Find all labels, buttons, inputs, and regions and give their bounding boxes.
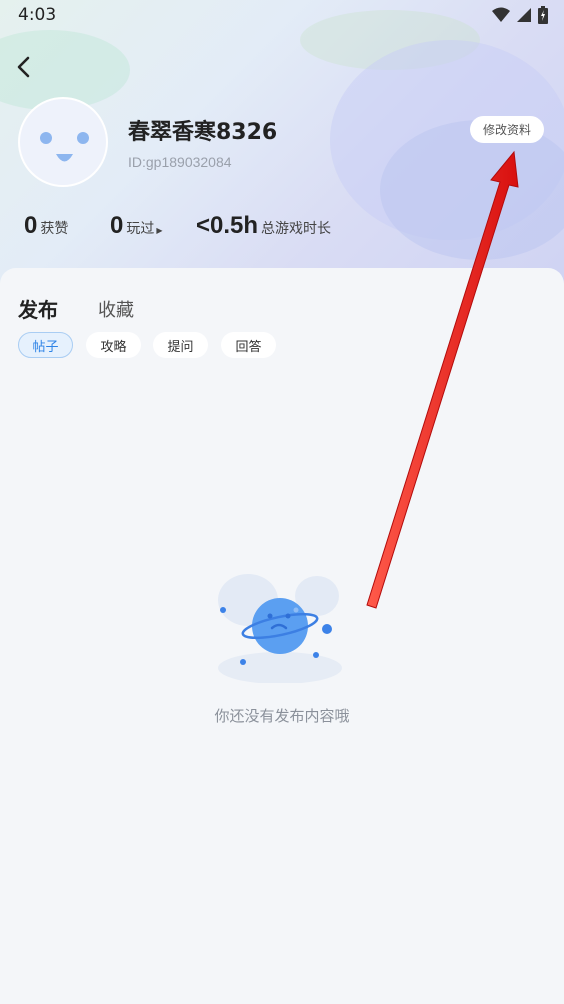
tab-favorites[interactable]: 收藏 [98, 296, 134, 322]
empty-state-message: 你还没有发布内容哦 [214, 707, 350, 725]
back-icon [17, 56, 30, 78]
stat-played-value: 0 [110, 212, 124, 239]
stat-likes-label: 获赞 [40, 221, 69, 237]
content-panel: 发布 收藏 帖子 攻略 提问 回答 你还没有发布内容哦 [0, 268, 564, 1004]
tab-publish[interactable]: 发布 [18, 294, 58, 323]
stat-playtime: <0.5h 总游戏时长 [196, 212, 331, 240]
status-bar: 4:03 [0, 0, 564, 30]
avatar[interactable] [18, 97, 108, 187]
stat-playtime-value: <0.5h [196, 212, 259, 239]
stat-playtime-label: 总游戏时长 [261, 221, 332, 237]
signal-icon [517, 8, 531, 22]
status-time: 4:03 [18, 5, 57, 25]
username: 春翠香寒8326 [128, 120, 278, 145]
stat-likes-value: 0 [24, 212, 38, 239]
empty-planet-illustration [218, 574, 342, 683]
smiley-face-icon [40, 132, 89, 162]
chip-guides[interactable]: 攻略 [86, 332, 141, 358]
stat-likes: 0 获赞 [24, 212, 68, 240]
battery-icon [538, 6, 548, 24]
chip-questions[interactable]: 提问 [153, 332, 208, 358]
chip-answers[interactable]: 回答 [221, 332, 276, 358]
wifi-icon [492, 7, 510, 22]
chip-posts[interactable]: 帖子 [18, 332, 73, 358]
caret-right-icon: ▶ [156, 226, 163, 235]
stat-played[interactable]: 0 玩过 ▶ [110, 212, 163, 240]
stat-played-label: 玩过 [126, 221, 155, 237]
user-id: ID:gp189032084 [128, 154, 232, 170]
back-button[interactable] [12, 52, 36, 82]
edit-profile-button[interactable]: 修改资料 [470, 116, 544, 143]
